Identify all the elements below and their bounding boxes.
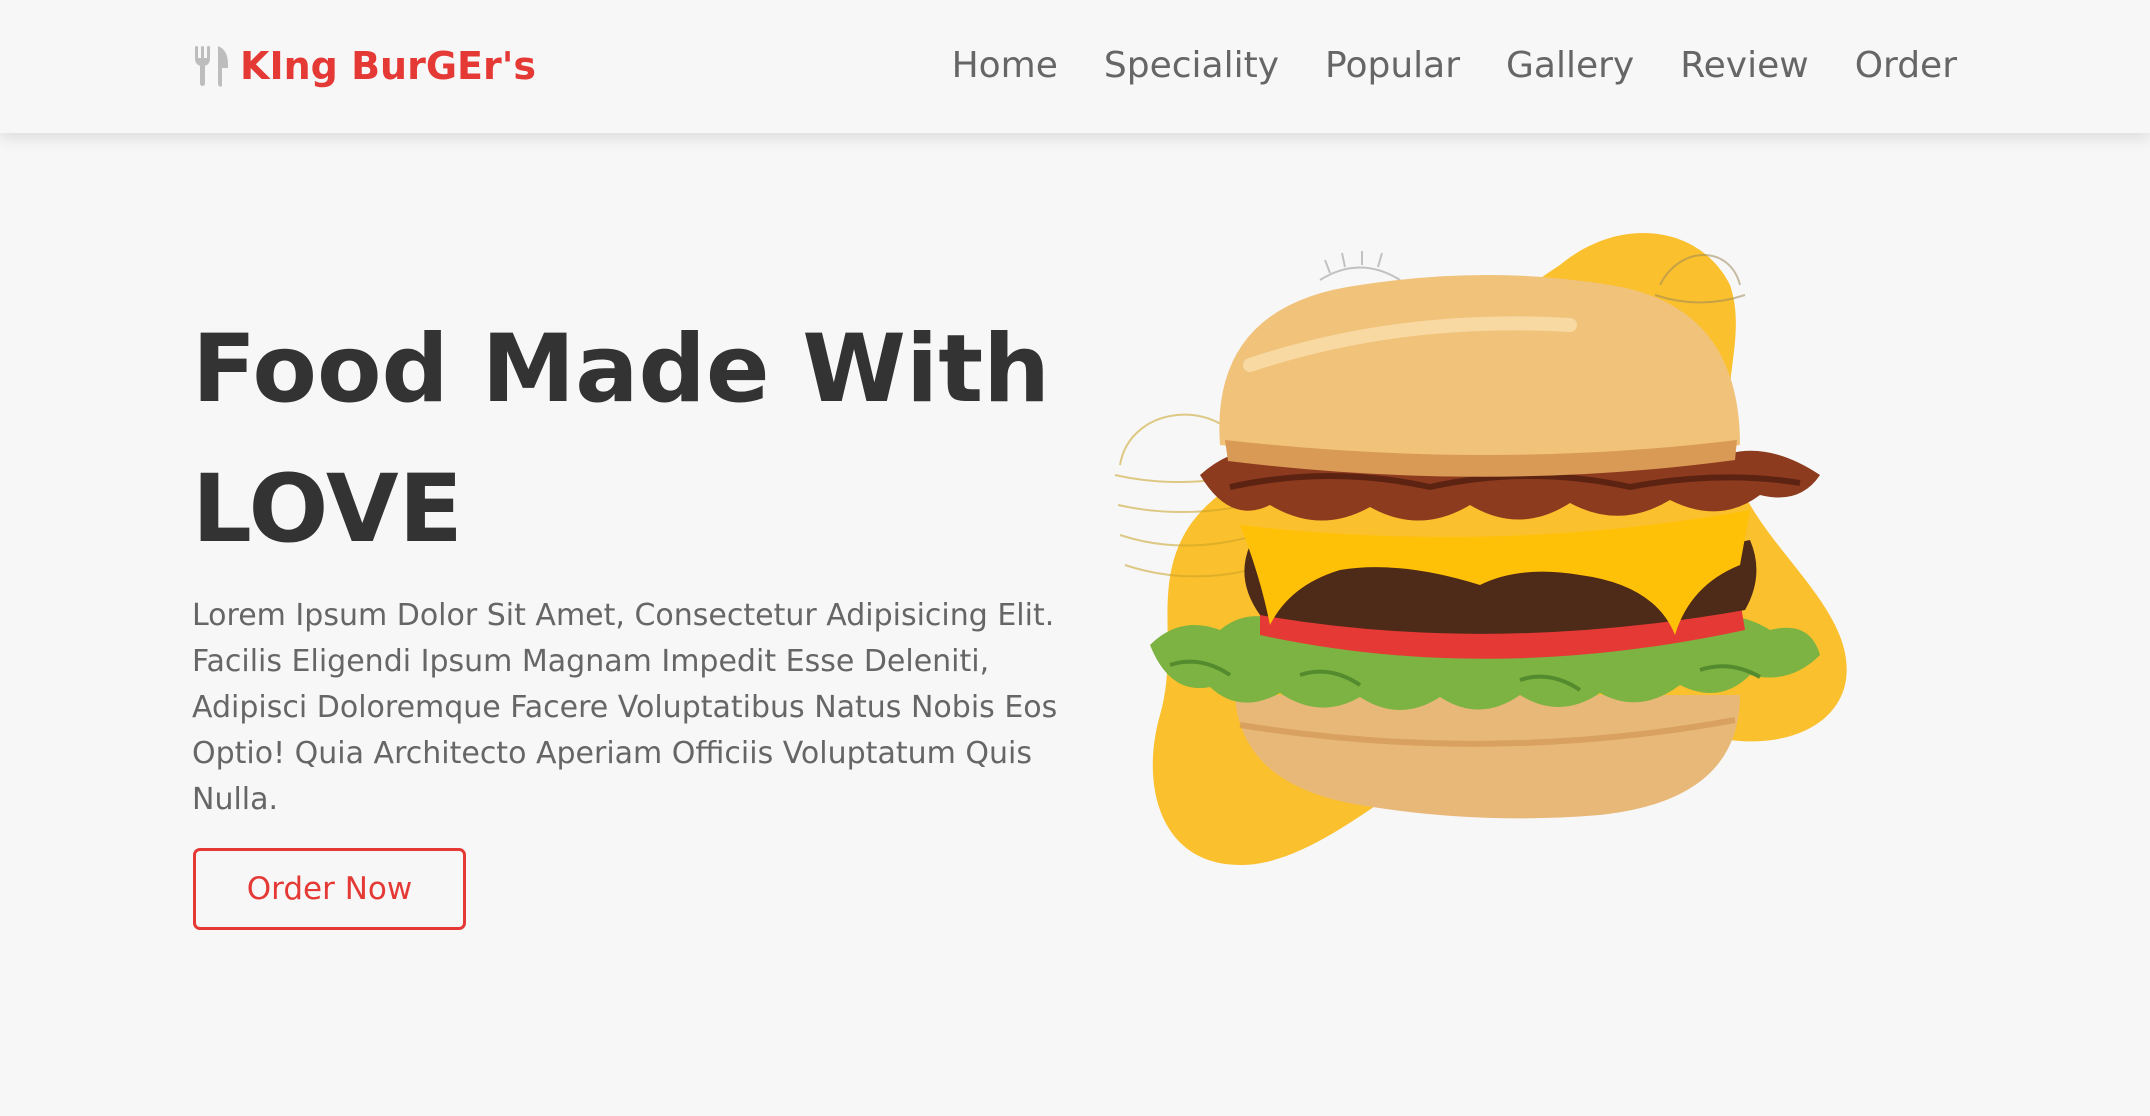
hero-burger-image: [1100, 225, 1880, 895]
nav-link-review[interactable]: Review: [1680, 38, 1808, 94]
hero-description: Lorem Ipsum Dolor Sit Amet, Consectetur …: [192, 598, 1058, 817]
hero-title: Food Made With LOVE: [192, 300, 1092, 580]
main-nav: Home Speciality Popular Gallery Review O…: [952, 38, 1957, 94]
top-bun: [1219, 275, 1740, 460]
nav-link-home[interactable]: Home: [952, 38, 1058, 94]
nav-link-speciality[interactable]: Speciality: [1104, 38, 1279, 94]
brand-name: KIng BurGEr's: [240, 44, 536, 88]
utensils-icon: [195, 46, 228, 87]
order-now-button[interactable]: Order Now: [193, 848, 466, 930]
burger-illustration: [1114, 232, 1847, 866]
hero-title-line1: Food Made With: [192, 315, 1051, 424]
nav-link-gallery[interactable]: Gallery: [1506, 38, 1634, 94]
sketch-leaves: [1319, 251, 1401, 281]
brand-logo[interactable]: KIng BurGEr's: [192, 40, 536, 92]
site-header: KIng BurGEr's Home Speciality Popular Ga…: [0, 0, 2150, 133]
hero-title-line2: LOVE: [192, 455, 463, 564]
nav-link-order[interactable]: Order: [1855, 38, 1957, 94]
nav-link-popular[interactable]: Popular: [1325, 38, 1460, 94]
